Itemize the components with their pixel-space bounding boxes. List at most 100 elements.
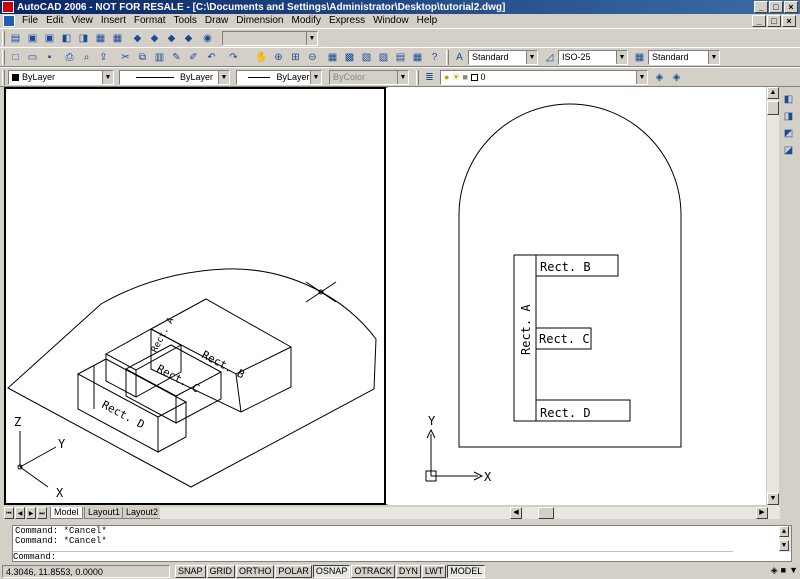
menu-window[interactable]: Window — [369, 14, 413, 28]
minimize-button[interactable]: _ — [754, 1, 768, 13]
chevron-down-icon[interactable]: ▼ — [526, 51, 537, 64]
scroll-up-icon[interactable]: ▲ — [779, 526, 789, 537]
menu-tools[interactable]: Tools — [170, 14, 201, 28]
front-view-icon[interactable]: ▦ — [93, 31, 108, 45]
toolbar-grip[interactable] — [2, 50, 5, 65]
menu-help[interactable]: Help — [413, 14, 442, 28]
chevron-down-icon[interactable]: ▼ — [708, 51, 719, 64]
palette-tool-2-icon[interactable]: ◨ — [781, 109, 796, 123]
sw-iso-view-icon[interactable]: ◆ — [130, 31, 145, 45]
palette-tool-3-icon[interactable]: ◩ — [781, 126, 796, 140]
palette-tool-4-icon[interactable]: ◪ — [781, 143, 796, 157]
vertical-scrollbar[interactable]: ▲ ▼ — [767, 87, 779, 507]
menu-file[interactable]: File — [18, 14, 42, 28]
prev-tab-icon[interactable]: ◀ — [15, 507, 25, 519]
menu-format[interactable]: Format — [130, 14, 170, 28]
left-view-icon[interactable]: ◧ — [59, 31, 74, 45]
design-center-icon[interactable]: ▩ — [342, 50, 357, 64]
tab-layout1[interactable]: Layout1 — [84, 507, 125, 519]
command-scrollbar[interactable]: ▲ ▼ — [779, 526, 791, 552]
named-views-icon[interactable]: ▤ — [8, 31, 23, 45]
toolbar-grip[interactable] — [416, 70, 419, 85]
dim-style-combo[interactable]: ISO-25 ▼ — [558, 50, 628, 65]
properties-icon[interactable]: ▦ — [325, 50, 340, 64]
viewport-plan[interactable]: Rect. B Rect. C Rect. D Rect. A Y X — [388, 87, 766, 505]
ne-iso-view-icon[interactable]: ◆ — [164, 31, 179, 45]
scroll-right-icon[interactable]: ▶ — [756, 507, 768, 519]
text-style-combo[interactable]: Standard ▼ — [468, 50, 538, 65]
dyn-toggle[interactable]: DYN — [395, 565, 421, 578]
scroll-down-icon[interactable]: ▼ — [779, 540, 789, 551]
next-tab-icon[interactable]: ▶ — [26, 507, 36, 519]
help-icon[interactable]: ? — [427, 50, 442, 64]
command-window[interactable]: Command: *Cancel* Command: *Cancel* Comm… — [12, 525, 792, 562]
color-combo[interactable]: ByLayer ▼ — [8, 70, 114, 85]
sheet-set-icon[interactable]: ▨ — [376, 50, 391, 64]
match-properties-icon[interactable]: ✎ — [169, 50, 184, 64]
model-toggle[interactable]: MODEL — [447, 565, 486, 578]
table-style-icon[interactable]: ▦ — [632, 50, 647, 64]
tab-model[interactable]: Model — [50, 507, 83, 519]
new-icon[interactable]: □ — [8, 50, 23, 64]
horizontal-scrollbar[interactable]: ◀ ▶ — [160, 507, 780, 519]
nw-iso-view-icon[interactable]: ◆ — [181, 31, 196, 45]
grid-toggle[interactable]: GRID — [206, 565, 236, 578]
undo-icon[interactable]: ↶ — [204, 50, 219, 64]
se-iso-view-icon[interactable]: ◆ — [147, 31, 162, 45]
scroll-down-icon[interactable]: ▼ — [767, 493, 779, 505]
palette-tool-1-icon[interactable]: ◧ — [781, 92, 796, 106]
autocad-app-icon[interactable] — [2, 1, 14, 13]
chevron-down-icon[interactable]: ▼ — [306, 32, 317, 45]
text-style-icon[interactable]: A — [452, 50, 467, 64]
zoom-window-icon[interactable]: ⊞ — [288, 50, 303, 64]
menu-view[interactable]: View — [67, 14, 97, 28]
toolbar-grip[interactable] — [2, 70, 5, 85]
camera-icon[interactable]: ◉ — [200, 31, 215, 45]
pan-icon[interactable]: ✋ — [254, 50, 269, 64]
scroll-left-icon[interactable]: ◀ — [510, 507, 522, 519]
menu-edit[interactable]: Edit — [42, 14, 67, 28]
publish-icon[interactable]: ⇪ — [96, 50, 111, 64]
coordinate-display[interactable]: 4.3046, 11.8553, 0.0000 — [2, 565, 170, 578]
chevron-down-icon[interactable]: ▼ — [397, 71, 408, 84]
command-input[interactable]: Command: — [13, 551, 733, 562]
chevron-down-icon[interactable]: ▼ — [616, 51, 627, 64]
calculator-icon[interactable]: ▦ — [410, 50, 425, 64]
paste-icon[interactable]: ▥ — [152, 50, 167, 64]
toolbar-grip[interactable] — [2, 31, 5, 46]
scroll-up-icon[interactable]: ▲ — [767, 87, 779, 99]
document-icon[interactable] — [3, 15, 15, 27]
tool-palettes-icon[interactable]: ▧ — [359, 50, 374, 64]
hscroll-thumb[interactable] — [538, 507, 554, 519]
cut-icon[interactable]: ✂ — [118, 50, 133, 64]
layer-previous-icon[interactable]: ◈ — [669, 70, 684, 84]
chevron-down-icon[interactable]: ▼ — [218, 71, 229, 84]
toolbar-grip[interactable] — [446, 50, 449, 65]
viewport-isometric[interactable]: Rect. B Rect. C Rect. A Rect. D Z Y X — [4, 87, 386, 505]
polar-toggle[interactable]: POLAR — [275, 565, 312, 578]
back-view-icon[interactable]: ▦ — [110, 31, 125, 45]
layer-manager-icon[interactable]: ≣ — [422, 70, 437, 84]
tab-layout2[interactable]: Layout2 — [122, 507, 163, 519]
chevron-down-icon[interactable]: ▼ — [636, 71, 647, 84]
make-layer-current-icon[interactable]: ◈ — [652, 70, 667, 84]
ortho-toggle[interactable]: ORTHO — [236, 565, 275, 578]
right-view-icon[interactable]: ◨ — [76, 31, 91, 45]
plot-icon[interactable]: ⎙ — [62, 50, 77, 64]
block-editor-icon[interactable]: ✐ — [186, 50, 201, 64]
doc-minimize-button[interactable]: _ — [752, 15, 766, 27]
save-icon[interactable]: ▪ — [42, 50, 57, 64]
open-icon[interactable]: ▭ — [25, 50, 40, 64]
chevron-down-icon[interactable]: ▼ — [310, 71, 321, 84]
table-style-combo[interactable]: Standard ▼ — [648, 50, 720, 65]
doc-restore-button[interactable]: □ — [767, 15, 781, 27]
maximize-button[interactable]: □ — [769, 1, 783, 13]
first-tab-icon[interactable]: ⏮ — [4, 507, 14, 519]
menu-modify[interactable]: Modify — [288, 14, 325, 28]
menu-insert[interactable]: Insert — [97, 14, 130, 28]
doc-close-button[interactable]: × — [782, 15, 796, 27]
plot-preview-icon[interactable]: ⌕ — [79, 50, 94, 64]
markup-icon[interactable]: ▤ — [393, 50, 408, 64]
menu-dimension[interactable]: Dimension — [232, 14, 287, 28]
last-tab-icon[interactable]: ⏭ — [37, 507, 47, 519]
